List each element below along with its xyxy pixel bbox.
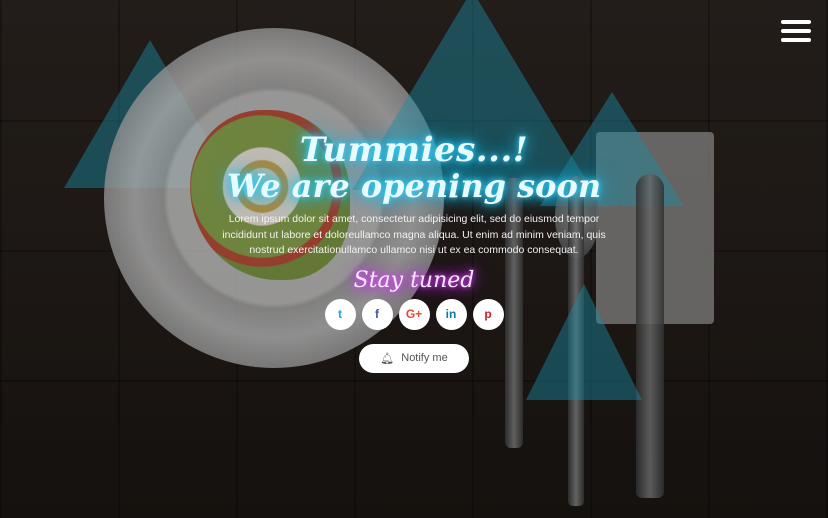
google-plus-icon: G+ bbox=[405, 307, 423, 321]
google-plus-button[interactable]: G+ bbox=[398, 298, 430, 330]
notify-me-label: Notify me bbox=[401, 352, 448, 364]
linkedin-icon: in bbox=[445, 307, 457, 321]
pinterest-button[interactable]: p bbox=[472, 298, 504, 330]
hero-title-line2: We are opening soon bbox=[226, 167, 602, 205]
hero-description: Lorem ipsum dolor sit amet, consectetur … bbox=[222, 213, 606, 256]
notify-me-button[interactable]: 🔔︎ Notify me bbox=[359, 343, 469, 373]
facebook-icon: f bbox=[375, 307, 379, 321]
facebook-button[interactable]: f bbox=[361, 298, 393, 330]
hamburger-menu-icon[interactable] bbox=[781, 18, 811, 44]
stay-tuned-label: Stay tuned bbox=[353, 267, 475, 293]
bell-icon: 🔔︎ bbox=[380, 352, 395, 365]
pinterest-icon: p bbox=[484, 307, 492, 321]
twitter-icon: t bbox=[338, 307, 342, 321]
twitter-button[interactable]: t bbox=[324, 298, 356, 330]
hero-section: Tummies...! We are opening soon Lorem ip… bbox=[0, 128, 828, 373]
linkedin-button[interactable]: in bbox=[435, 298, 467, 330]
social-links: t f G+ in p bbox=[0, 298, 828, 330]
